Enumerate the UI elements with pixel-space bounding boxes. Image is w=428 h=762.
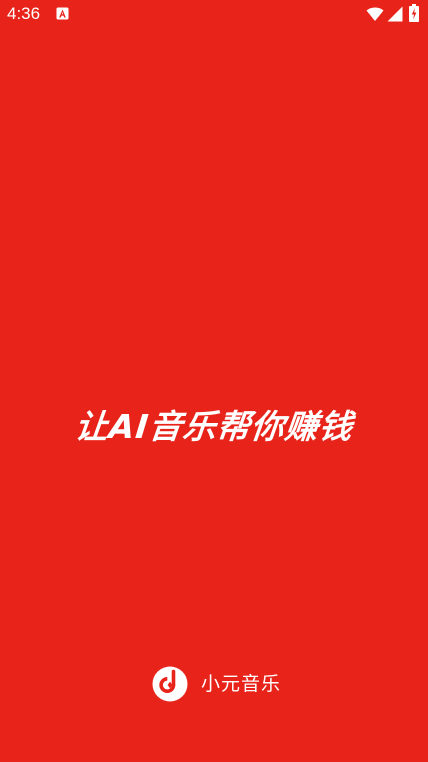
notification-app-icon xyxy=(56,7,69,20)
brand-lockup: 小元音乐 xyxy=(152,665,281,703)
signal-icon xyxy=(387,6,403,22)
brand-name: 小元音乐 xyxy=(201,673,282,695)
music-disc-logo-icon xyxy=(152,666,188,702)
status-time: 4:36 xyxy=(7,4,41,23)
splash-screen: 4:36 让AI音乐帮你赚钱 小元音乐 xyxy=(0,0,428,762)
wifi-icon xyxy=(366,7,384,21)
status-bar: 4:36 xyxy=(0,0,428,30)
splash-slogan: 让AI音乐帮你赚钱 xyxy=(73,407,356,446)
battery-charging-icon xyxy=(409,4,419,22)
